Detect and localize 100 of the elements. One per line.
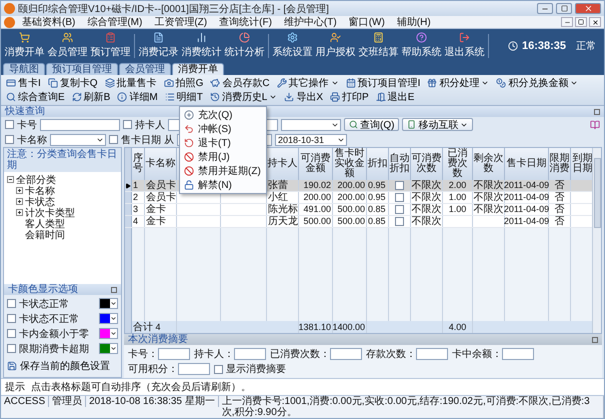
toolbar-button[interactable]: 积分处理 [424,76,492,90]
toolbar-button[interactable]: 详细M [114,90,161,104]
book-icon[interactable] [590,120,600,130]
checkbox[interactable] [395,217,404,226]
color-picker[interactable] [99,298,118,309]
toolbar-button[interactable]: 积分兑换金额 [493,76,582,90]
menu-item[interactable]: 基础资料(B) [17,15,80,29]
checkbox[interactable] [7,299,16,308]
checkbox[interactable] [5,135,14,144]
toolbar-button[interactable]: 导出X [281,90,326,104]
menu-item[interactable]: 工资管理(Z) [149,15,212,29]
dropdown-field[interactable] [281,118,341,130]
checkbox[interactable] [395,193,404,202]
expand-toggle[interactable] [16,187,23,194]
scrollbar[interactable] [592,148,601,333]
tree-item[interactable]: 计次卡类型 [25,206,75,220]
tree-item[interactable]: 全部分类 [16,172,56,186]
menu-item[interactable]: 综合管理(M) [82,15,148,29]
toolbar-button[interactable]: 会员管理 [46,30,89,60]
checkbox[interactable] [395,205,404,214]
toolbar-button[interactable]: 明细T [162,90,206,104]
checkbox[interactable] [5,120,14,129]
toolbar-button[interactable]: 消费记录 [137,30,180,60]
tree-item[interactable]: 客人类型 [25,216,65,230]
toolbar-button[interactable]: 系统设置 [271,30,314,60]
card-name-dropdown[interactable] [50,134,106,146]
table-row[interactable]: 2 会员卡 小红 200.00 200.00 0.95 不限次 1.00 不限次2011-04-09 否 [125,192,592,204]
menu-item[interactable]: 退卡(T) [180,136,266,150]
toolbar-button[interactable]: 用户授权 [314,30,357,60]
tab[interactable]: 导航图 [3,63,45,75]
toolbar-button[interactable]: 帮助系统 [400,30,443,60]
summary-field[interactable] [178,363,210,375]
menu-item[interactable]: 解禁(N) [180,178,266,192]
mobile-button[interactable]: 移动互联 [402,118,474,131]
color-picker[interactable] [99,328,118,339]
rotate-icon [184,138,194,148]
color-picker[interactable] [99,343,118,354]
date-field[interactable]: 2018-10-31 [275,134,347,146]
close-button[interactable] [589,17,601,27]
summary-field[interactable] [158,348,190,360]
card-number-field[interactable] [40,118,120,130]
expand-toggle[interactable] [16,198,23,205]
toolbar-button[interactable]: 统计分析 [223,30,266,60]
toolbar-button[interactable]: 售卡I [3,76,44,90]
checkbox[interactable] [109,135,118,144]
minimize-button[interactable] [537,3,553,14]
field-label: 从 [164,134,174,146]
toolbar-button[interactable]: 预订管理 [89,30,132,60]
toolbar-button[interactable]: 消费历史L [206,90,280,104]
toolbar-button[interactable]: 交班结算 [357,30,400,60]
color-picker[interactable] [99,313,118,324]
menu-item[interactable]: 禁用(J) [180,150,266,164]
menu-item[interactable]: 维护中心(T) [278,15,342,29]
toolbar-button[interactable]: 退出系统 [443,30,486,60]
tree-item[interactable]: 卡名称 [25,184,55,198]
pin-icon[interactable] [592,336,598,342]
expand-toggle[interactable] [7,176,14,183]
checkbox[interactable] [395,181,404,190]
toolbar-button[interactable]: 拍照G [160,76,206,90]
save-colors-button[interactable]: 保存当前的颜色设置 [7,357,118,375]
toolbar-button[interactable]: 消费开单 [3,30,46,60]
maximize-button[interactable] [556,3,572,14]
summary-field[interactable] [234,348,266,360]
toolbar-button[interactable]: 其它操作 [274,76,342,90]
toolbar-button[interactable]: 批量售卡 [102,76,160,90]
pin-icon[interactable] [594,108,600,114]
query-button[interactable]: 查询(Q) [344,118,400,131]
menu-item[interactable]: 禁用并延期(Z) [180,164,266,178]
checkbox[interactable] [123,120,132,129]
expand-toggle[interactable] [16,209,23,216]
toolbar-button[interactable]: 打印P [327,90,372,104]
checkbox[interactable] [7,314,16,323]
summary-field[interactable] [416,348,448,360]
pin-icon[interactable] [111,286,117,292]
menu-item[interactable]: 冲帐(S) [180,122,266,136]
minimize-button[interactable] [561,17,573,27]
checkbox[interactable] [7,329,16,338]
menu-item[interactable]: 窗口(W) [344,15,390,29]
table-row[interactable]: 3 金卡 陈光标 491.00 500.00 0.85 不限次 1.00 不限次2011-04-09 否 [125,204,592,216]
toolbar-button[interactable]: 刷新B [68,90,114,104]
menu-item[interactable]: 充次(Q) [180,108,266,122]
summary-field[interactable] [502,348,534,360]
tree-item[interactable]: 卡状态 [25,194,55,208]
toolbar-button[interactable]: 综合查询E [3,90,68,104]
tab[interactable]: 消费开单 [172,63,224,75]
tree-item[interactable]: 会籍时间 [25,228,65,242]
restore-button[interactable] [575,17,587,27]
toolbar-button[interactable]: 消费统计 [180,30,223,60]
checkbox[interactable] [214,364,223,374]
menu-item[interactable]: 查询统计(F) [214,15,277,29]
summary-field[interactable] [330,348,362,360]
toolbar-button[interactable]: 会员存款C [207,76,273,90]
menu-item[interactable]: 辅助(H) [392,15,436,29]
tab[interactable]: 会员管理 [119,63,171,75]
table-row[interactable]: 4 金卡 历天龙 500.00 500.00 0.85 不限次 2011-04-09 否 [125,216,592,228]
tab[interactable]: 预订项目管理 [46,63,118,75]
toolbar-button[interactable]: 预订项目管理I [342,76,424,90]
toolbar-button[interactable]: 退出E [372,90,418,104]
checkbox[interactable] [7,344,16,353]
toolbar-button[interactable]: 复制卡Q [44,76,101,90]
